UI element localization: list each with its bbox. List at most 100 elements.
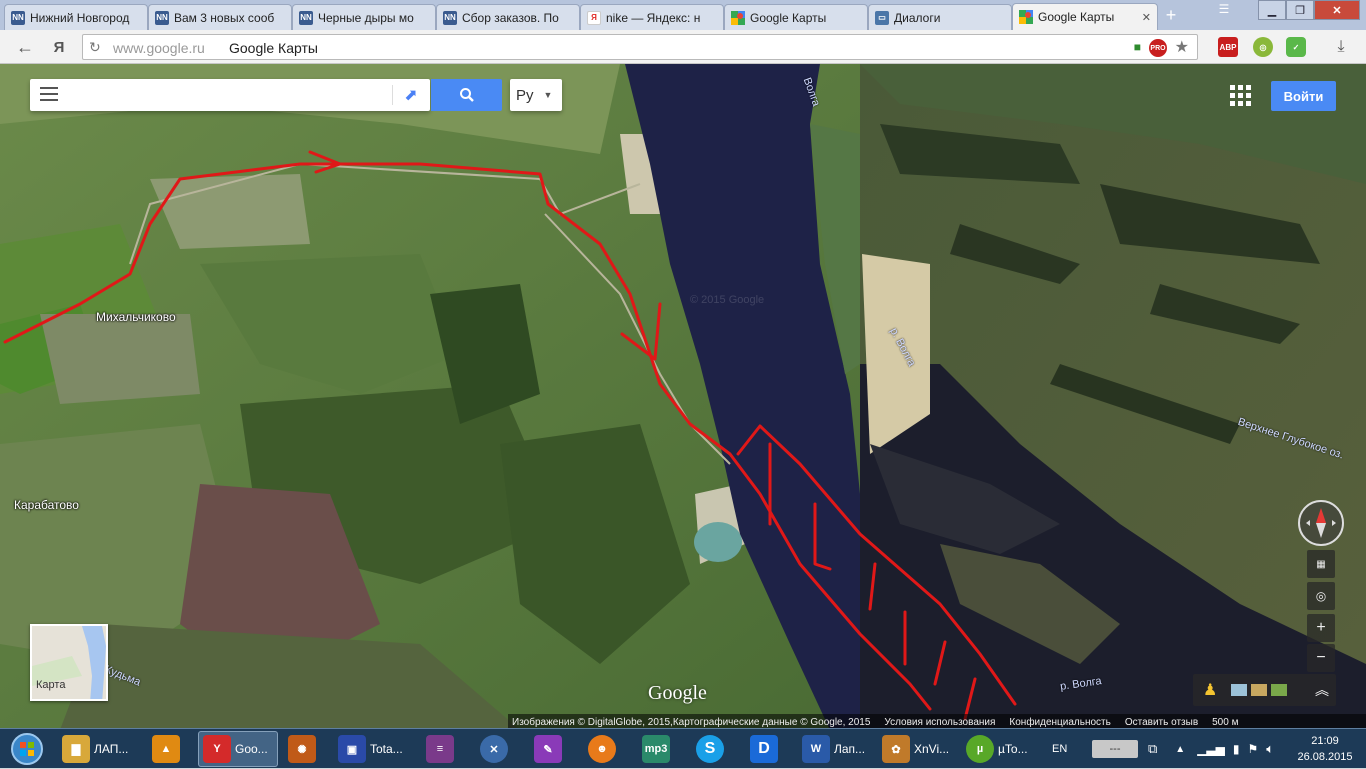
yandex-favicon-icon: Я <box>587 10 601 25</box>
zoom-in-button[interactable]: + <box>1307 614 1335 642</box>
taskbar-label: Лап... <box>834 742 866 756</box>
menu-icon[interactable] <box>40 87 58 103</box>
signin-button[interactable]: Войти <box>1271 81 1336 111</box>
battery-icon[interactable]: ▮ <box>1233 742 1240 756</box>
imagery-controls: ♟ ︽ <box>1193 674 1336 706</box>
tab-nn-2[interactable]: NN Вам 3 новых сооб <box>148 4 292 30</box>
tab-yandex[interactable]: Я nike — Яндекс: н <box>580 4 724 30</box>
start-button[interactable] <box>6 731 52 767</box>
taskbar-winrar[interactable]: ≡ <box>422 731 466 767</box>
nn-favicon-icon: NN <box>299 10 313 25</box>
clock[interactable]: 21:09 26.08.2015 <box>1295 733 1355 765</box>
tray-expand-icon[interactable]: ▲ <box>1175 744 1185 755</box>
taskbar-onenote[interactable]: ✎ <box>530 731 574 767</box>
taskbar-x-app[interactable]: ✕ <box>476 731 520 767</box>
divider <box>392 85 393 105</box>
place-label-karabatovo[interactable]: Карабатово <box>14 498 79 512</box>
taskbar-avatar-app[interactable]: ☻ <box>584 731 628 767</box>
chevron-up-icon[interactable]: ︽ <box>1315 680 1329 700</box>
back-button[interactable]: ← <box>14 36 36 58</box>
adblock-icon[interactable]: ABP <box>1218 37 1238 57</box>
tab-title: Сбор заказов. По <box>462 10 559 25</box>
taskbar-aimp[interactable]: ▲ <box>148 731 192 767</box>
close-window-button[interactable]: ✕ <box>1314 0 1360 20</box>
taskbar-total-commander[interactable]: ▣ Tota... <box>334 731 414 767</box>
taskbar-explorer[interactable]: ▇ ЛАП... <box>58 731 142 767</box>
folder-icon: ▇ <box>62 735 90 763</box>
shield-icon[interactable]: ✓ <box>1286 37 1306 57</box>
language-select[interactable]: Ру ▼ <box>510 79 562 111</box>
tab-dialogs[interactable]: ▭ Диалоги <box>868 4 1012 30</box>
tab-title: Google Карты <box>750 10 827 25</box>
download-icon[interactable]: ⤓ <box>1330 36 1352 58</box>
maximize-button[interactable]: ❐ <box>1286 0 1314 20</box>
clock-time: 21:09 <box>1311 735 1339 747</box>
minimize-button[interactable]: ▁ <box>1258 0 1286 20</box>
tab-nn-3[interactable]: NN Черные дыры мо <box>292 4 436 30</box>
tab-google-maps-1[interactable]: Google Карты <box>724 4 868 30</box>
imagery-thumb-icon[interactable] <box>1271 684 1287 696</box>
user-menu-icon[interactable]: ☰ <box>1214 2 1234 18</box>
refresh-extension-icon[interactable]: ◎ <box>1253 37 1273 57</box>
pro-extension-icon[interactable]: PRO <box>1149 39 1167 57</box>
tray-input-icon[interactable]: --- <box>1092 740 1138 758</box>
search-input[interactable] <box>68 85 388 105</box>
word-icon: W <box>802 735 830 763</box>
place-label-mikhalchikovo[interactable]: Михальчиково <box>96 310 176 324</box>
zoom-out-button[interactable]: − <box>1307 644 1335 672</box>
tab-title: Нижний Новгород <box>30 10 130 25</box>
tab-google-maps-active[interactable]: Google Карты ✕ <box>1012 3 1158 30</box>
signal-icon[interactable]: ▁▃▅ <box>1197 742 1225 756</box>
taskbar-mp3[interactable]: mp3 <box>638 731 682 767</box>
volume-icon[interactable]: 🔈︎ <box>1266 741 1274 757</box>
reload-icon[interactable]: ↻ <box>89 39 105 55</box>
address-bar[interactable]: ↻ www.google.ru Google Карты ■ PRO ★ <box>82 34 1198 60</box>
yandex-home-icon[interactable]: Я <box>48 36 70 58</box>
imagery-thumb-icon[interactable] <box>1231 684 1247 696</box>
flag-icon[interactable]: ⚑ <box>1248 742 1259 756</box>
map-watermark: © 2015 Google <box>690 294 765 306</box>
maps-favicon-icon <box>1019 10 1033 24</box>
minimap-label: Карта <box>36 679 66 691</box>
taskbar-xnview[interactable]: ✿ XnVi... <box>878 731 956 767</box>
taskbar-d-app[interactable]: D <box>746 731 790 767</box>
url-host: www.google.ru <box>113 40 205 56</box>
privacy-link[interactable]: Конфиденциальность <box>1009 717 1110 728</box>
directions-icon[interactable]: ⬈ <box>400 85 422 105</box>
map-view[interactable]: © 2015 Google ⬈ Ру ▼ Войти Михальчиково … <box>0 64 1366 730</box>
d-icon: D <box>750 735 778 763</box>
taskbar-game[interactable]: ✺ <box>284 731 328 767</box>
tab-nn-4[interactable]: NN Сбор заказов. По <box>436 4 580 30</box>
taskbar-utorrent[interactable]: µ µTo... <box>962 731 1040 767</box>
tab-nn-1[interactable]: NN Нижний Новгород <box>4 4 148 30</box>
tray-device-icon[interactable]: ⧉ <box>1148 741 1157 757</box>
pegman-icon[interactable]: ♟ <box>1203 680 1217 700</box>
nn-favicon-icon: NN <box>443 10 457 25</box>
terms-link[interactable]: Условия использования <box>884 717 995 728</box>
chevron-down-icon: ▼ <box>543 90 553 100</box>
nn-favicon-icon: NN <box>155 10 169 25</box>
scale-bar[interactable]: 500 м <box>1212 717 1238 728</box>
taskbar-label: Goo... <box>235 742 268 756</box>
feedback-link[interactable]: Оставить отзыв <box>1125 717 1198 728</box>
tab-title: Вам 3 новых сооб <box>174 10 275 25</box>
taskbar-word[interactable]: W Лап... <box>798 731 872 767</box>
browser-toolbar: ← Я ↻ www.google.ru Google Карты ■ PRO ★… <box>0 30 1366 64</box>
compass-control[interactable] <box>1298 500 1344 546</box>
language-indicator[interactable]: EN <box>1052 729 1067 769</box>
onenote-icon: ✎ <box>534 735 562 763</box>
tab-close-icon[interactable]: ✕ <box>1142 11 1151 24</box>
nn-favicon-icon: NN <box>11 10 25 25</box>
taskbar-yandex-browser[interactable]: Y Goo... <box>198 731 278 767</box>
taskbar-skype[interactable]: S <box>692 731 736 767</box>
my-location-button[interactable]: ◎ <box>1307 582 1335 610</box>
search-button[interactable] <box>431 79 502 111</box>
photo-sphere-button[interactable]: ▦ <box>1307 550 1335 578</box>
new-tab-button[interactable]: + <box>1160 6 1182 24</box>
bookmark-star-icon[interactable]: ★ <box>1175 37 1189 57</box>
imagery-thumb-icon[interactable] <box>1251 684 1267 696</box>
xnview-icon: ✿ <box>882 735 910 763</box>
apps-grid-icon[interactable] <box>1230 85 1252 107</box>
map-type-toggle[interactable]: Карта <box>30 624 108 701</box>
lock-icon[interactable]: ■ <box>1134 40 1141 54</box>
